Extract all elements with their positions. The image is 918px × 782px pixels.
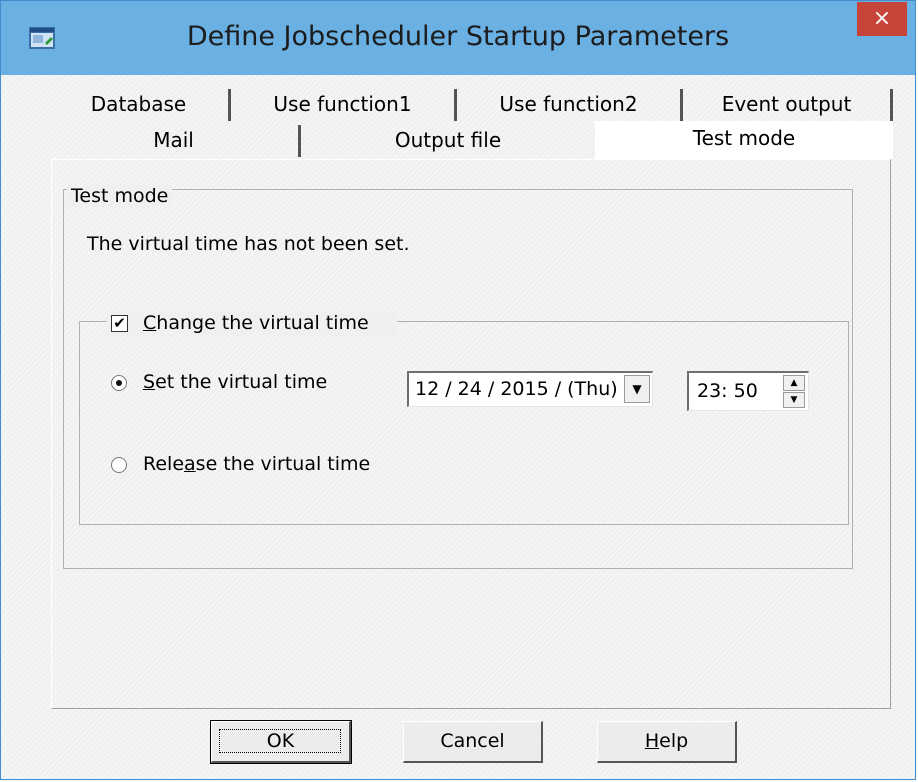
spin-up-button[interactable]: ▲ (783, 375, 805, 391)
set-virtual-time-label-rest: et the virtual time (155, 371, 328, 393)
change-virtual-time-accesskey: C (143, 312, 157, 334)
arrow-up-icon: ▲ (790, 378, 798, 388)
checkbox-check-icon: ✔ (111, 315, 128, 332)
help-button-label: Help (645, 730, 688, 752)
change-virtual-time-label-rest: hange the virtual time (156, 312, 369, 334)
tab-use-function1-label: Use function1 (273, 92, 412, 116)
radio-selected-icon (111, 375, 127, 391)
virtual-time-status-text: The virtual time has not been set. (87, 233, 410, 255)
virtual-time-value: 23: 50 (697, 380, 758, 402)
release-virtual-time-label-rest: se the virtual time (195, 453, 371, 475)
release-virtual-time-radio[interactable]: Release the virtual time (111, 453, 391, 479)
radio-unselected-icon (111, 457, 127, 473)
set-virtual-time-label: Set the virtual time (143, 371, 327, 393)
arrow-down-icon: ▼ (790, 395, 798, 405)
tab-use-function2[interactable]: Use function2 (457, 89, 683, 121)
change-virtual-time-checkbox[interactable]: ✔ Change the virtual time (107, 311, 397, 337)
ok-button[interactable]: OK (210, 720, 352, 764)
spin-down-button[interactable]: ▼ (783, 392, 805, 408)
tab-test-mode-label: Test mode (692, 126, 796, 150)
focus-rectangle (219, 729, 341, 753)
cancel-button[interactable]: Cancel (403, 721, 543, 763)
virtual-date-combobox[interactable]: 12 / 24 / 2015 / (Thu) ▼ (407, 371, 653, 407)
change-virtual-time-label: Change the virtual time (143, 312, 369, 334)
tab-mail[interactable]: Mail (49, 125, 301, 157)
tab-mail-label: Mail (153, 128, 194, 152)
tab-event-output[interactable]: Event output (683, 89, 893, 121)
window-title: Define Jobscheduler Startup Parameters (186, 21, 730, 52)
chevron-down-icon: ▼ (632, 382, 642, 396)
tab-test-mode[interactable]: Test mode (595, 121, 893, 159)
dialog-client-area: Database Use function1 Use function2 Eve… (11, 75, 905, 773)
set-virtual-time-radio[interactable]: Set the virtual time (111, 371, 371, 397)
dialog-window: Define Jobscheduler Startup Parameters ×… (0, 0, 916, 780)
help-accesskey: H (644, 730, 660, 752)
test-mode-group-label: Test mode (67, 185, 173, 207)
tab-use-function2-label: Use function2 (499, 92, 638, 116)
tab-use-function1[interactable]: Use function1 (231, 89, 457, 121)
tab-output-file[interactable]: Output file (301, 125, 595, 157)
help-button-label-rest: elp (659, 730, 689, 752)
help-button[interactable]: Help (597, 721, 737, 763)
virtual-time-spinbox[interactable]: 23: 50 ▲ ▼ (687, 371, 809, 411)
close-icon: × (872, 6, 892, 31)
set-virtual-time-accesskey: S (143, 371, 156, 393)
tab-database-label: Database (90, 92, 187, 116)
cancel-button-label: Cancel (440, 730, 505, 752)
tab-event-output-label: Event output (721, 92, 852, 116)
title-bar[interactable]: Define Jobscheduler Startup Parameters × (1, 1, 915, 75)
change-virtual-time-groupbox (79, 321, 849, 525)
release-virtual-time-label-pre: Rele (143, 453, 185, 475)
release-virtual-time-accesskey: a (184, 453, 196, 475)
close-button[interactable]: × (857, 2, 907, 36)
date-dropdown-button[interactable]: ▼ (624, 375, 650, 403)
virtual-date-value: 12 / 24 / 2015 / (Thu) (415, 378, 618, 400)
release-virtual-time-label: Release the virtual time (143, 453, 370, 475)
tab-database[interactable]: Database (49, 89, 231, 121)
radio-dot (116, 380, 122, 386)
tab-output-file-label: Output file (394, 128, 502, 152)
